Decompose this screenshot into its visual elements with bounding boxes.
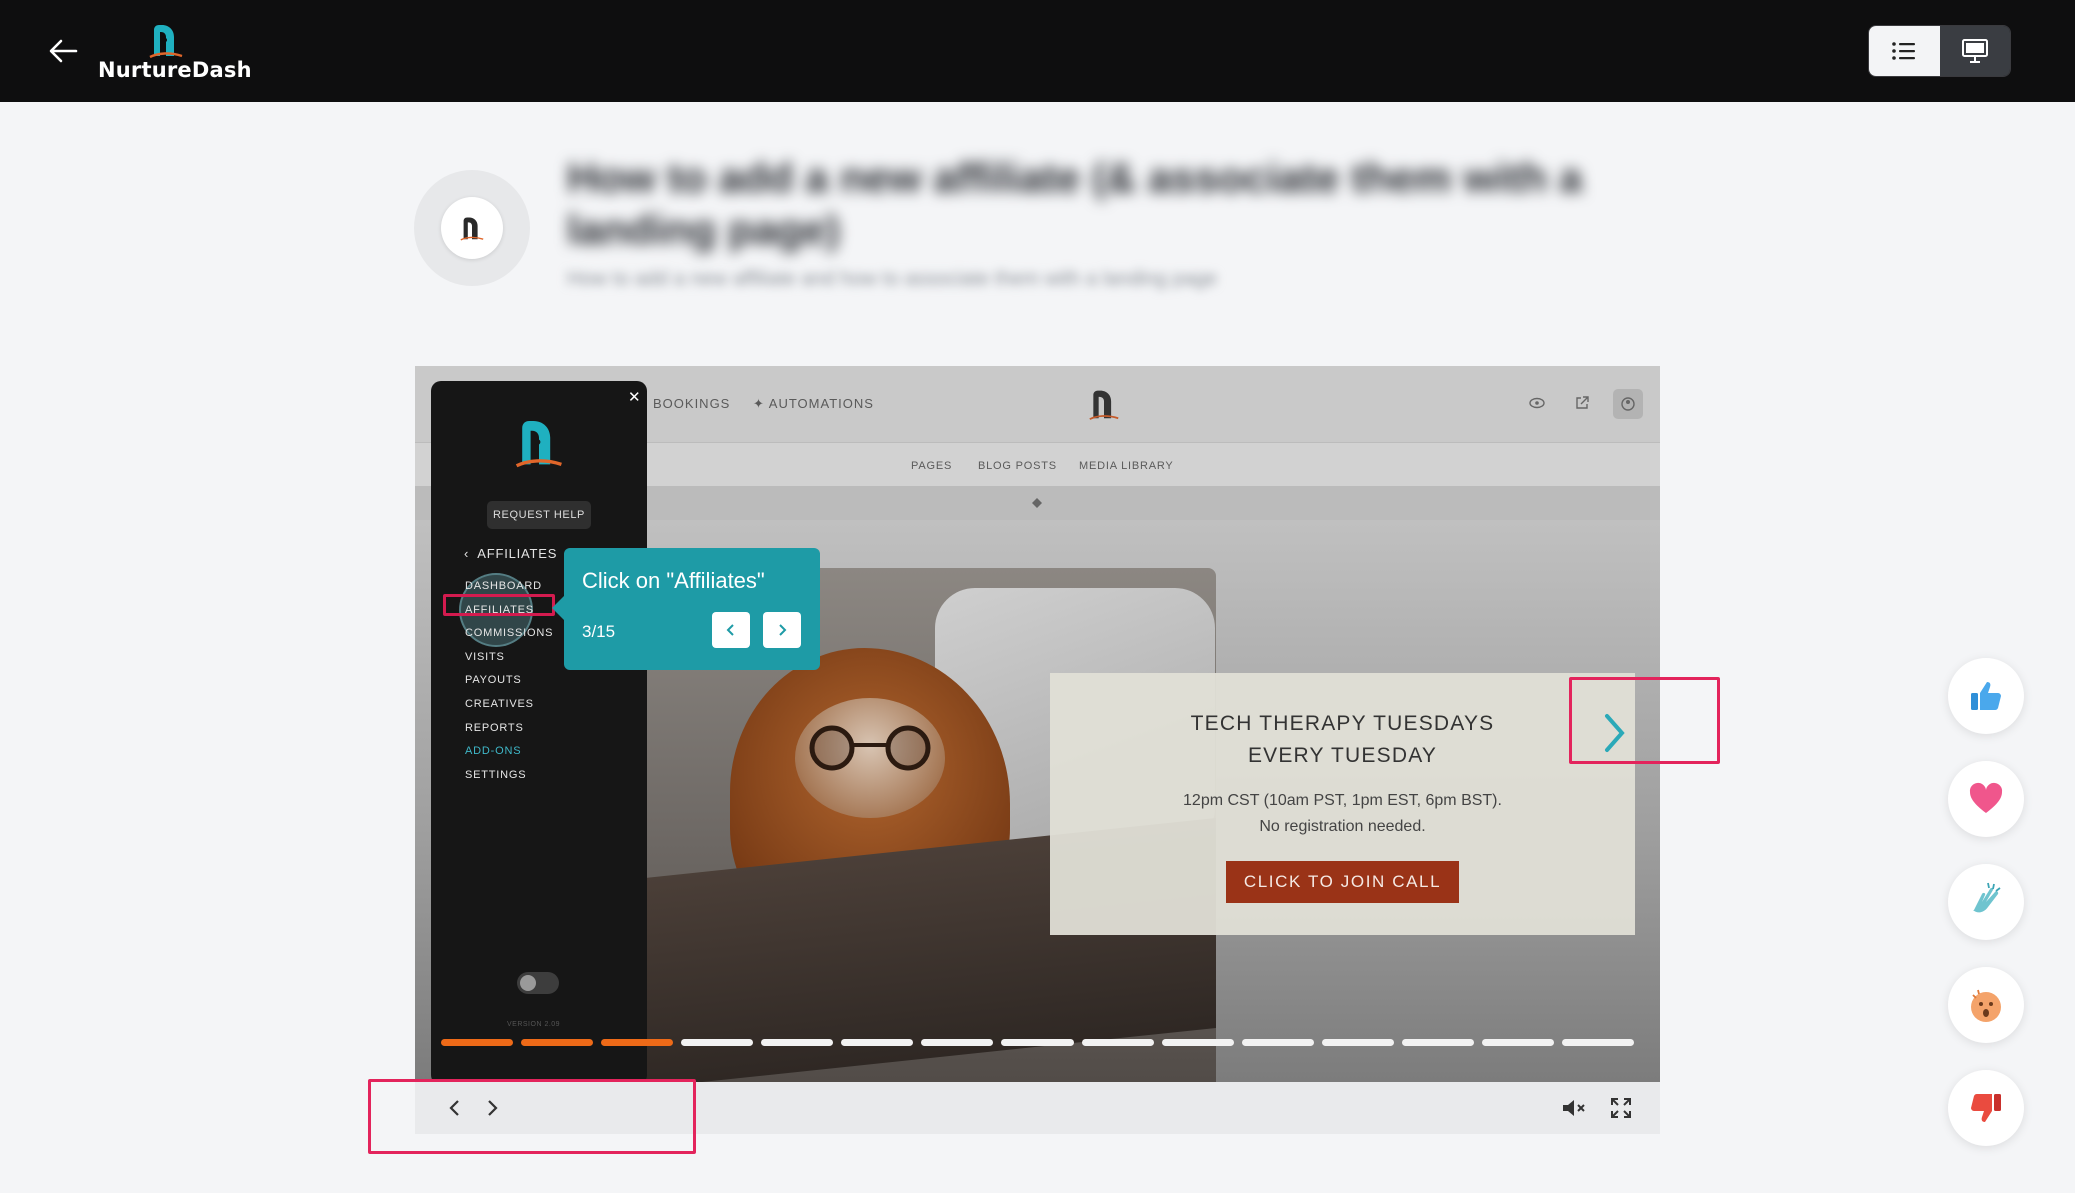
account-icon — [1613, 389, 1643, 419]
mute-button[interactable] — [1560, 1094, 1588, 1122]
annotation-controls-highlight — [368, 1079, 696, 1154]
nav-bookings: BOOKINGS — [653, 396, 731, 411]
reaction-bar — [1948, 658, 2024, 1173]
progress-segment[interactable] — [521, 1039, 594, 1046]
eye-icon — [1529, 397, 1545, 409]
screenshot-logo-icon — [1089, 390, 1119, 420]
clapping-hands-icon[interactable] — [1948, 864, 2024, 940]
menu-reports[interactable]: REPORTS — [465, 720, 553, 744]
progress-segment[interactable] — [681, 1039, 754, 1046]
menu-payouts[interactable]: PAYOUTS — [465, 672, 553, 696]
panel-logo-icon — [515, 421, 562, 468]
close-icon[interactable]: ✕ — [628, 388, 641, 406]
menu-add-ons[interactable]: ADD-ONS — [465, 743, 553, 767]
guide-player: BOOKINGS ✦ AUTOMATIONS PAGES BLOG POSTS … — [415, 366, 1660, 1082]
event-card: TECH THERAPY TUESDAYS EVERY TUESDAY 12pm… — [1050, 673, 1635, 935]
menu-settings[interactable]: SETTINGS — [465, 767, 553, 791]
request-help-button[interactable]: REQUEST HELP — [487, 501, 591, 529]
event-title: TECH THERAPY TUESDAYS EVERY TUESDAY — [1190, 712, 1495, 767]
progress-segment[interactable] — [441, 1039, 514, 1046]
list-view-icon[interactable] — [1869, 26, 1940, 76]
nav-automations: ✦ AUTOMATIONS — [753, 396, 874, 411]
brand-name: NurtureDash — [98, 58, 252, 82]
external-link-icon — [1576, 396, 1589, 409]
progress-segment[interactable] — [1321, 1039, 1394, 1046]
top-bar: NurtureDash — [0, 0, 2075, 102]
brand-logo-icon — [149, 25, 183, 59]
chevron-right-icon — [779, 624, 787, 636]
progress-segment[interactable] — [1081, 1039, 1154, 1046]
progress-segment[interactable] — [921, 1039, 994, 1046]
progress-segment[interactable] — [601, 1039, 674, 1046]
thumbs-up-icon[interactable] — [1948, 658, 2024, 734]
fullscreen-button[interactable] — [1607, 1094, 1635, 1122]
progress-segment[interactable] — [1401, 1039, 1474, 1046]
menu-visits[interactable]: VISITS — [465, 649, 553, 673]
progress-segment[interactable] — [1561, 1039, 1634, 1046]
menu-creatives[interactable]: CREATIVES — [465, 696, 553, 720]
affiliates-highlight — [443, 594, 555, 616]
chevron-left-icon — [726, 624, 734, 636]
join-call-button[interactable]: CLICK TO JOIN CALL — [1225, 861, 1460, 903]
event-time: 12pm CST (10am PST, 1pm EST, 6pm BST). — [1183, 792, 1502, 809]
progress-segment[interactable] — [1161, 1039, 1234, 1046]
heart-icon[interactable] — [1948, 761, 2024, 837]
mute-icon — [1563, 1100, 1585, 1116]
page-title: How to add a new affiliate (& associate … — [567, 154, 1583, 253]
tooltip-text: Click on "Affiliates" — [582, 568, 765, 593]
surprised-face-icon[interactable] — [1948, 967, 2024, 1043]
step-progress — [441, 1039, 1634, 1047]
subnav-blog-posts: BLOG POSTS — [978, 460, 1057, 472]
fullscreen-icon — [1611, 1098, 1631, 1118]
subnav-media-library: MEDIA LIBRARY — [1079, 460, 1174, 472]
step-counter: 3/15 — [582, 622, 616, 641]
thumbs-down-icon[interactable] — [1948, 1070, 2024, 1146]
brand[interactable]: NurtureDash — [96, 20, 252, 84]
panel-version: VERSION 2.09 — [507, 1021, 561, 1028]
step-tooltip: Click on "Affiliates" 3/15 — [552, 548, 820, 670]
annotation-next-highlight — [1569, 677, 1720, 764]
tooltip-next-button[interactable] — [763, 612, 801, 648]
affiliates-back-link[interactable]: ‹ AFFILIATES — [464, 546, 557, 561]
drag-handle-icon — [1032, 498, 1042, 508]
subnav-pages: PAGES — [911, 460, 953, 472]
affiliate-side-panel: ✕ REQUEST HELP ‹ AFFILIATES DASHBOARD AF… — [431, 381, 647, 1082]
author-avatar — [414, 170, 530, 286]
page-subtitle: How to add a new affiliate and how to as… — [567, 268, 1218, 290]
progress-segment[interactable] — [1001, 1039, 1074, 1046]
theme-toggle[interactable] — [517, 972, 559, 994]
menu-commissions[interactable]: COMMISSIONS — [465, 625, 553, 649]
progress-segment[interactable] — [1241, 1039, 1314, 1046]
progress-segment[interactable] — [841, 1039, 914, 1046]
progress-segment[interactable] — [761, 1039, 834, 1046]
slides-view-icon[interactable] — [1939, 26, 2010, 76]
tooltip-prev-button[interactable] — [712, 612, 750, 648]
progress-segment[interactable] — [1481, 1039, 1554, 1046]
event-note: No registration needed. — [1259, 818, 1426, 835]
back-arrow-icon[interactable] — [46, 36, 80, 66]
view-toggle — [1868, 25, 2011, 77]
